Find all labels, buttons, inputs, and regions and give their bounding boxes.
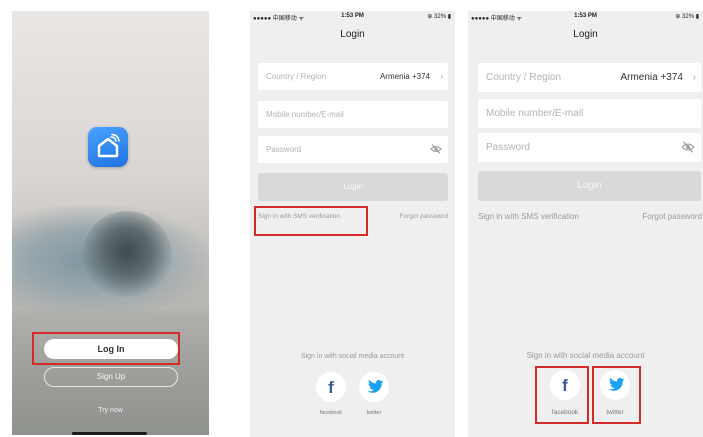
home-wifi-icon <box>97 133 120 158</box>
mobile-email-input[interactable]: Mobile number/E-mail <box>258 101 448 128</box>
eye-hidden-icon[interactable] <box>430 143 442 155</box>
facebook-icon: f <box>328 378 334 397</box>
mobile-placeholder: Mobile number/E-mail <box>486 108 584 119</box>
page-title: Login <box>573 29 598 40</box>
highlight-box-facebook <box>535 366 589 424</box>
try-now-link[interactable]: Try now <box>12 407 209 414</box>
status-time: 1:53 PM <box>574 13 597 19</box>
sign-up-button[interactable]: Sign Up <box>44 367 178 387</box>
login-button[interactable]: Login <box>258 173 448 201</box>
highlight-box-sms-verification <box>254 206 368 236</box>
welcome-screen: Log In Sign Up Try now <box>12 11 209 435</box>
battery-indicator: ⊕ 32% ▮ <box>427 14 451 20</box>
twitter-icon <box>367 379 384 393</box>
background-photo-subject <box>82 211 172 301</box>
mobile-email-input[interactable]: Mobile number/E-mail <box>478 99 701 128</box>
mobile-placeholder: Mobile number/E-mail <box>266 110 344 119</box>
password-input[interactable]: Password <box>258 136 448 163</box>
country-value: Armenia +374 <box>379 72 430 81</box>
forgot-password-link[interactable]: Forgot password <box>642 212 702 221</box>
status-time: 1:53 PM <box>341 13 364 19</box>
chevron-right-icon: › <box>440 72 443 81</box>
sms-verification-link[interactable]: Sign in with SMS verification <box>478 212 579 221</box>
twitter-label: twitter <box>366 410 382 416</box>
chevron-right-icon: › <box>692 72 696 83</box>
app-logo-icon <box>88 127 128 167</box>
social-login-title: Sign in with social media account <box>300 353 405 360</box>
country-value: Armenia +374 <box>620 72 683 83</box>
page-title: Login <box>340 29 365 40</box>
password-placeholder: Password <box>486 142 530 153</box>
status-bar: ●●●●● 中国移动 ᯤ 1:53 PM ⊕ 32% ▮ <box>468 11 703 23</box>
svg-text:f: f <box>328 378 334 397</box>
battery-indicator: ⊕ 32% ▮ <box>675 14 699 20</box>
status-bar: ●●●●● 中国移动 ᯤ 1:53 PM ⊕ 32% ▮ <box>250 11 455 23</box>
country-region-selector[interactable]: Country / Region Armenia +374 › <box>478 63 701 92</box>
country-label: Country / Region <box>486 72 562 83</box>
highlight-box-log-in <box>32 332 180 365</box>
country-region-selector[interactable]: Country / Region Armenia +374 › <box>258 63 448 90</box>
password-placeholder: Password <box>266 145 302 154</box>
facebook-login-button[interactable]: f <box>316 372 346 402</box>
twitter-login-button[interactable] <box>359 372 389 402</box>
eye-hidden-icon[interactable] <box>681 140 695 154</box>
forgot-password-link[interactable]: Forgot password <box>400 213 448 220</box>
login-button[interactable]: Login <box>478 171 701 201</box>
highlight-box-twitter <box>592 366 641 424</box>
country-label: Country / Region <box>266 72 327 81</box>
social-login-title: Sign in with social media account <box>526 351 645 360</box>
home-indicator <box>72 432 147 435</box>
password-input[interactable]: Password <box>478 133 701 162</box>
